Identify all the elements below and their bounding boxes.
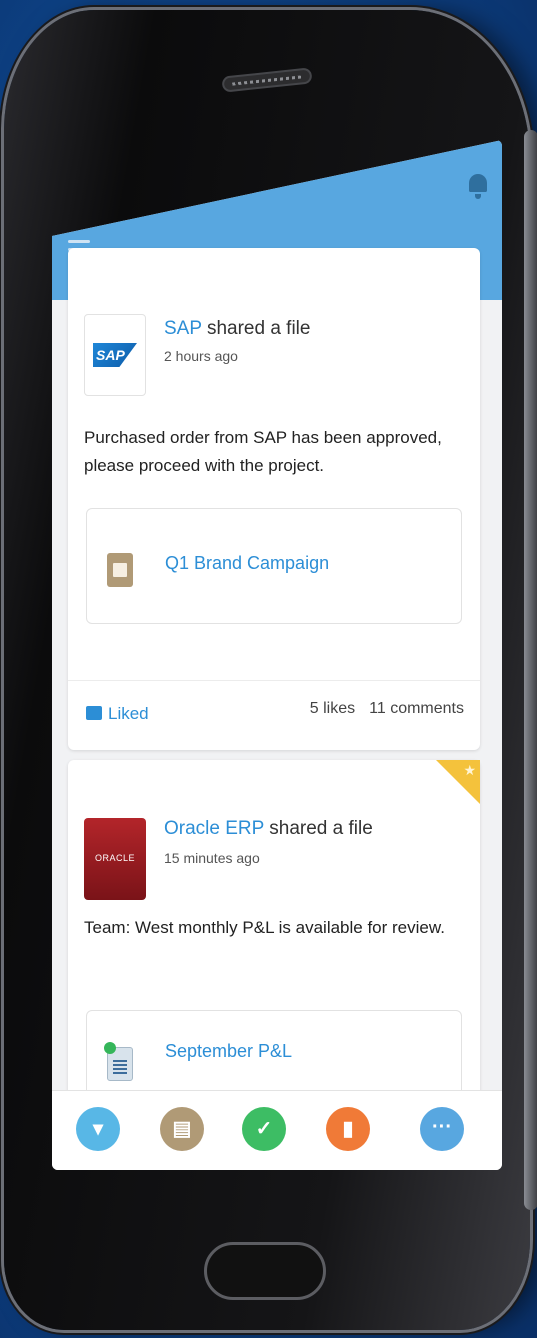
post-message: Team: West monthly P&L is available for … (84, 918, 445, 937)
oracle-logo: ORACLE (84, 818, 146, 900)
feed-card-sap: SAP SAP shared a file 2 hours ago Purcha… (68, 248, 480, 750)
card-divider (68, 680, 480, 681)
post-action: shared a file (263, 818, 373, 839)
post-message: Purchased order from SAP has been approv… (84, 428, 442, 475)
comments-count[interactable]: 11 comments (369, 700, 464, 717)
office-icon[interactable]: ▮ (326, 1107, 370, 1151)
post-header: SAP shared a file (164, 318, 310, 340)
liked-label: Liked (108, 704, 149, 723)
post-time: 2 hours ago (164, 348, 238, 364)
phone-side-rim (524, 130, 537, 1210)
earpiece-speaker (221, 67, 313, 93)
post-stats: 5 likes 11 comments (296, 700, 464, 718)
attachment-card[interactable]: Q1 Brand Campaign (86, 508, 462, 624)
document-icon (107, 553, 133, 587)
phone-frame: SAP SAP shared a file 2 hours ago Purcha… (4, 10, 537, 1330)
post-action: shared a file (201, 318, 311, 339)
attachment-title[interactable]: Q1 Brand Campaign (165, 553, 329, 574)
post-source-link[interactable]: Oracle ERP (164, 818, 264, 839)
likes-count[interactable]: 5 likes (310, 700, 355, 717)
bell-icon[interactable] (466, 174, 490, 200)
post-header: Oracle ERP shared a file (164, 818, 373, 840)
attachment-title[interactable]: September P&L (165, 1041, 292, 1062)
thumbs-up-icon (86, 706, 102, 720)
star-icon: ★ (463, 762, 476, 778)
app-screen: SAP SAP shared a file 2 hours ago Purcha… (52, 140, 502, 1170)
document-icon[interactable]: ▤ (160, 1107, 204, 1151)
bottom-nav: ▾ ▤ ✓ ▮ ··· (52, 1090, 502, 1170)
sync-check-icon (104, 1042, 116, 1054)
oracle-logo-text: ORACLE (94, 853, 135, 863)
post-time: 15 minutes ago (164, 850, 260, 866)
post-source-link[interactable]: SAP (164, 318, 202, 339)
chat-bubble-icon[interactable]: ▾ (76, 1107, 120, 1151)
sap-logo-mark: SAP (93, 343, 137, 367)
more-icon[interactable]: ··· (420, 1107, 464, 1151)
home-button[interactable] (204, 1242, 326, 1300)
liked-button[interactable]: Liked (86, 704, 149, 724)
sap-logo: SAP (84, 314, 146, 396)
spreadsheet-icon (104, 1042, 133, 1081)
check-icon[interactable]: ✓ (242, 1107, 286, 1151)
